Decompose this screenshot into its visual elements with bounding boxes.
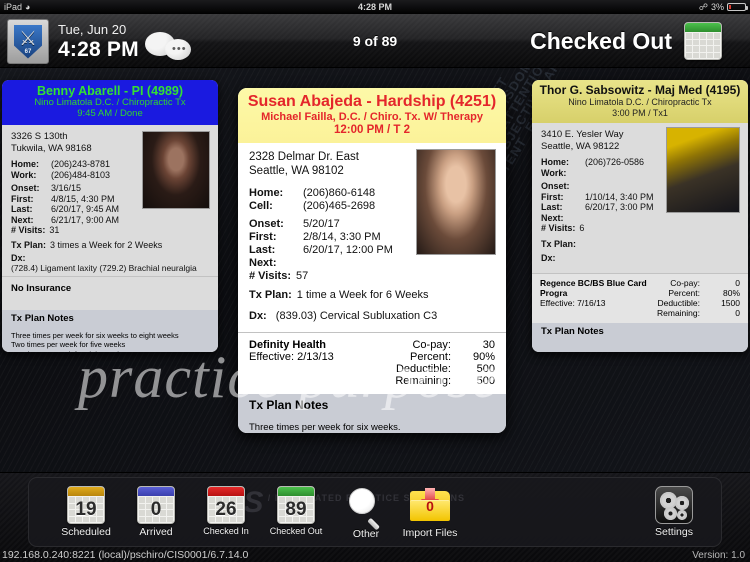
- insurance-right: Co-pay: 30 Percent: 90% Deductible: 500 Rem…: [395, 339, 495, 387]
- insurance-deductible: Deductible: 500: [395, 362, 495, 375]
- calendar-icon[interactable]: 26: [207, 486, 245, 524]
- toolbar-item-import-files[interactable]: 0 Import Files: [385, 488, 475, 539]
- calendar-icon[interactable]: 89: [277, 486, 315, 524]
- ipad-screen: iPad ◕ 4:28 PM ☍ 3% ⚔ 67 Tue, Jun 20 4:2…: [0, 0, 750, 562]
- toolbar-panel: IPS / INTEGRATED PRACTICE SOLUTIONS 19 S…: [28, 477, 722, 547]
- count-badge: 89: [285, 498, 307, 520]
- import-folder-icon[interactable]: 0: [410, 488, 450, 521]
- status-clock: 4:28 PM: [357, 2, 392, 12]
- magnifier-icon[interactable]: [349, 488, 383, 531]
- patient-card-susan[interactable]: Susan Abajeda - Hardship (4251) Michael …: [238, 88, 506, 433]
- insurance-percent: Percent: 90%: [410, 350, 495, 363]
- patient-photo: [666, 127, 740, 214]
- toolbar-label: Settings: [655, 526, 693, 538]
- app-top-bar: ⚔ 67 Tue, Jun 20 4:28 PM ••• 9 of 89 Che…: [0, 14, 750, 68]
- page-title: Checked Out: [530, 27, 672, 54]
- bottom-toolbar: IPS / INTEGRATED PRACTICE SOLUTIONS 19 S…: [0, 472, 750, 562]
- server-path-label: 192.168.0.240:8221 (local)/pschiro/CIS00…: [2, 549, 249, 561]
- toolbar-label: Arrived: [139, 526, 173, 538]
- field-tx-plan: Tx Plan:: [541, 238, 577, 249]
- battery-icon: [727, 3, 748, 11]
- card-body: 2328 Delmar Dr. East Seattle, WA 98102 H…: [238, 142, 506, 332]
- notes-body: Three times per week for six weeks. Two …: [238, 415, 506, 433]
- insurance-copay: Co-pay: 0: [670, 278, 740, 289]
- gears-icon[interactable]: [655, 486, 693, 524]
- field-visits: # Visits: 57: [249, 269, 309, 282]
- card-body: 3410 E. Yesler Way Seattle, WA 98122 Hom…: [532, 123, 748, 274]
- notes-title: Tx Plan Notes: [2, 309, 218, 327]
- toolbar-label: Checked Out: [269, 526, 323, 536]
- insurance-block: Definity Health Effective: 2/13/13 Co-pa…: [238, 332, 506, 394]
- appointment-time: 9:45 AM / Done: [77, 107, 143, 119]
- battery-percent: 3%: [710, 2, 724, 12]
- insurance-left: Definity Health Effective: 2/13/13: [249, 339, 334, 387]
- card-header: Thor G. Sabsowitz - Maj Med (4195) Nino …: [532, 80, 748, 124]
- patient-name: Benny Abarell - PI (4989): [36, 84, 184, 98]
- insurance-name: Definity Health: [249, 338, 327, 351]
- patient-name: Susan Abajeda - Hardship (4251): [247, 93, 497, 110]
- toolbar-label: Scheduled: [61, 526, 111, 538]
- field-dx: Dx: (839.03) Cervical Subluxation C3: [249, 309, 438, 322]
- insurance-block: No Insurance: [2, 276, 218, 310]
- calendar-icon[interactable]: 19: [67, 486, 105, 524]
- notes-body: Three times per week for six weeks to ei…: [2, 326, 218, 352]
- insurance-remaining: Remaining: 500: [395, 374, 495, 387]
- card-body: 3326 S 130th Tukwila, WA 98168 Home: (206…: [2, 124, 218, 276]
- insurance-block: Regence BC/BS Blue Card Progra Effective…: [532, 274, 748, 324]
- status-right: ☍ 3%: [698, 0, 748, 14]
- field-visits: # Visits: 6: [541, 223, 585, 234]
- field-next: Next:: [541, 212, 564, 223]
- field-dx: Dx: (728.4) Ligament laxity (729.2) Brac…: [11, 252, 197, 273]
- patient-name: Thor G. Sabsowitz - Maj Med (4195): [539, 83, 741, 97]
- insurance-right: Co-pay: 0 Percent: 80% Deductible: 1500 Rem…: [657, 278, 740, 318]
- count-badge: 26: [215, 498, 237, 520]
- insurance-left: Regence BC/BS Blue Card Progra Effective…: [540, 278, 657, 318]
- patient-card-thor[interactable]: Thor G. Sabsowitz - Maj Med (4195) Nino …: [532, 80, 748, 352]
- count-badge: 0: [150, 498, 162, 520]
- patient-card-benny[interactable]: Benny Abarell - PI (4989) Nino Limatola …: [2, 80, 218, 352]
- count-badge: 19: [75, 498, 97, 520]
- bluetooth-icon: ☍: [698, 2, 708, 12]
- toolbar-label: Checked In: [203, 526, 249, 536]
- appointment-time: 12:00 PM / T 2: [333, 123, 411, 136]
- calendar-icon[interactable]: 0: [137, 486, 175, 524]
- appointment-time: 3:00 PM / Tx1: [612, 107, 668, 118]
- toolbar-item-settings[interactable]: Settings: [629, 486, 719, 538]
- field-tx-plan: Tx Plan: 3 times a Week for 2 Weeks: [11, 239, 163, 250]
- card-header: Susan Abajeda - Hardship (4251) Michael …: [238, 88, 506, 143]
- patient-photo: [416, 148, 496, 255]
- version-label: Version: 1.0: [692, 550, 745, 561]
- ios-status-bar: iPad ◕ 4:28 PM ☍ 3%: [0, 0, 750, 14]
- insurance-copay: Co-pay: 30: [412, 338, 495, 351]
- insurance-effective: Effective: 7/16/13: [540, 298, 606, 309]
- field-dx: Dx:: [541, 253, 556, 264]
- patient-photo: [142, 130, 210, 209]
- field-next: Next: 6/21/17, 9:00 AM: [11, 214, 120, 225]
- field-tx-plan: Tx Plan: 1 time a Week for 6 Weeks: [249, 288, 429, 301]
- count-badge: 0: [426, 498, 434, 514]
- notes-title: Tx Plan Notes: [238, 393, 506, 416]
- field-next: Next:: [249, 256, 277, 269]
- insurance-deductible: Deductible: 1500: [657, 298, 740, 309]
- insurance-percent: Percent: 80%: [668, 288, 740, 299]
- provider-line: Nino Limatola D.C. / Chiropractic Tx: [568, 97, 712, 108]
- field-visits: # Visits: 31: [11, 225, 60, 236]
- card-carousel: END RUSH TARGET ACTION ZONE WISDOM ENTHU…: [0, 68, 750, 472]
- calendar-green-icon[interactable]: [684, 22, 722, 60]
- card-header: Benny Abarell - PI (4989) Nino Limatola …: [2, 80, 218, 125]
- insurance-remaining: Remaining: 0: [657, 308, 740, 319]
- toolbar-label: Import Files: [402, 527, 458, 539]
- insurance-name: Regence BC/BS Blue Card Progra: [540, 278, 647, 299]
- provider-line: Michael Failla, D.C. / Chiro. Tx. W/ The…: [261, 110, 483, 123]
- notes-body: [532, 340, 748, 352]
- notes-title: Tx Plan Notes: [532, 323, 748, 341]
- insurance-effective: Effective: 2/13/13: [249, 350, 334, 363]
